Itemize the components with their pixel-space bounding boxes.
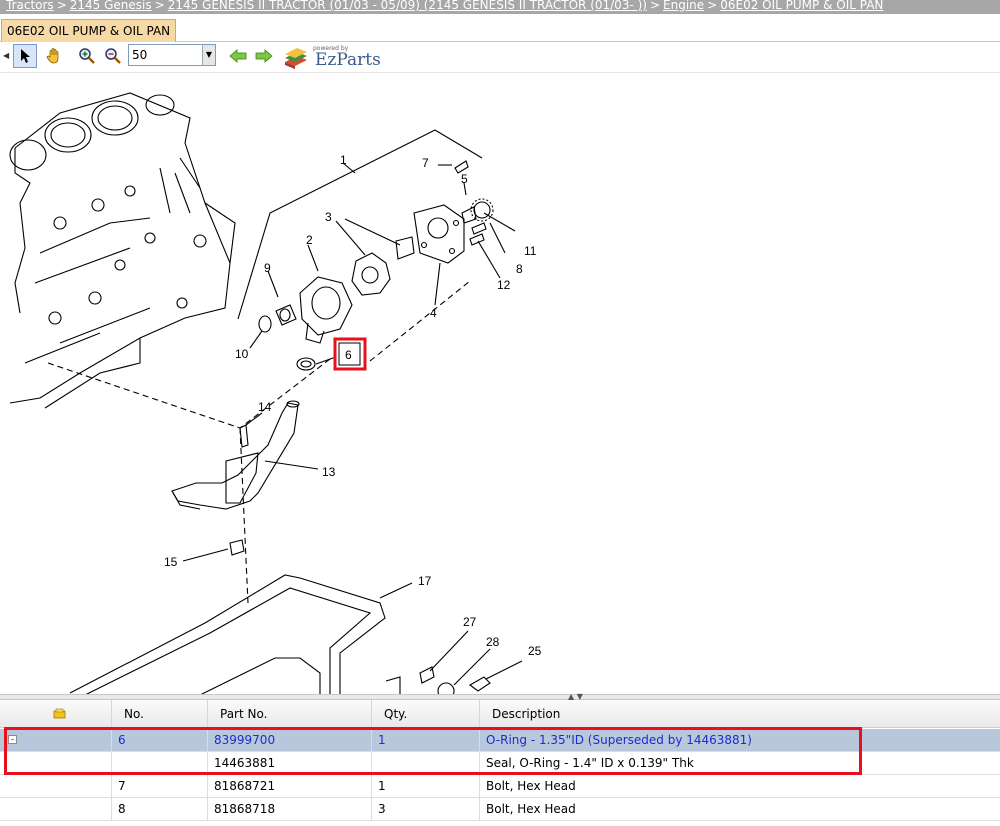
previous-button[interactable]	[226, 44, 250, 68]
arrow-back-icon	[229, 49, 247, 63]
cell-part-no[interactable]: 81868718	[208, 798, 372, 820]
table-row[interactable]: 8 81868718 3 Bolt, Hex Head	[0, 798, 1000, 821]
tab-oil-pump[interactable]: 06E02 OIL PUMP & OIL PAN	[1, 19, 177, 42]
pan-tool-button[interactable]	[42, 44, 66, 68]
parts-diagram[interactable]: 1 2 3 4 5 7 8 9 10 11 12 13 14 15 17 25 …	[0, 72, 1000, 694]
cell-description: Bolt, Hex Head	[486, 779, 576, 793]
callout-12[interactable]: 12	[497, 278, 511, 292]
callout-7[interactable]: 7	[422, 156, 429, 170]
zoom-in-icon	[79, 48, 95, 64]
header-no[interactable]: No.	[112, 700, 208, 728]
breadcrumb-separator: >	[154, 0, 165, 12]
breadcrumb-model[interactable]: 2145 GENESIS II TRACTOR (01/03 - 05/09) …	[168, 0, 647, 12]
callout-25[interactable]: 25	[528, 644, 542, 658]
callout-11[interactable]: 11	[524, 244, 537, 258]
header-description[interactable]: Description	[480, 700, 1000, 728]
breadcrumb-2145-genesis[interactable]: 2145 Genesis	[70, 0, 152, 12]
cell-description: Seal, O-Ring - 1.4" ID x 0.139" Thk	[486, 756, 694, 770]
header-cart	[0, 700, 112, 728]
cell-description: Bolt, Hex Head	[486, 802, 576, 816]
ezparts-logo: powered by EzParts	[283, 44, 381, 70]
cell-qty: 3	[372, 798, 480, 820]
table-row[interactable]: 14463881 Seal, O-Ring - 1.4" ID x 0.139"…	[0, 752, 1000, 775]
callout-1[interactable]: 1	[340, 153, 347, 167]
cell-qty	[372, 752, 480, 774]
callout-8[interactable]: 8	[516, 262, 523, 276]
cell-no: 8	[112, 798, 208, 820]
callout-6[interactable]: 6	[345, 348, 352, 362]
pointer-tool-button[interactable]	[13, 44, 37, 68]
callout-10[interactable]: 10	[235, 347, 249, 361]
cell-no: 7	[112, 775, 208, 797]
collapse-icon[interactable]: –	[8, 735, 17, 744]
cell-description: O-Ring - 1.35"ID (Superseded by 14463881…	[486, 733, 752, 747]
pan-hand-icon	[46, 48, 59, 64]
breadcrumb-separator: >	[707, 0, 718, 12]
zoom-select[interactable]: 50 ▼	[128, 44, 216, 66]
callout-15[interactable]: 15	[164, 555, 178, 569]
parts-table: No. Part No. Qty. Description – 6 839997…	[0, 700, 1000, 826]
callout-9[interactable]: 9	[264, 261, 271, 275]
breadcrumb-separator: >	[649, 0, 661, 12]
header-part-no[interactable]: Part No.	[208, 700, 372, 728]
row-expander-cell	[0, 752, 112, 774]
table-row[interactable]: 7 81868721 1 Bolt, Hex Head	[0, 775, 1000, 798]
logo-text: EzParts	[315, 50, 381, 70]
callout-14[interactable]: 14	[258, 400, 272, 414]
cell-no: 6	[112, 729, 208, 751]
zoom-out-icon	[105, 48, 121, 64]
arrow-forward-icon	[255, 49, 273, 63]
callout-2[interactable]: 2	[306, 233, 313, 247]
row-expander-cell: –	[0, 729, 112, 751]
header-qty[interactable]: Qty.	[372, 700, 480, 728]
cell-part-no[interactable]: 81868721	[208, 775, 372, 797]
callout-3[interactable]: 3	[325, 210, 332, 224]
breadcrumb-section[interactable]: 06E02 OIL PUMP & OIL PAN	[720, 0, 883, 12]
breadcrumb-tractors[interactable]: Tractors	[6, 0, 54, 12]
callout-4[interactable]: 4	[430, 306, 437, 320]
breadcrumb-engine[interactable]: Engine	[663, 0, 704, 12]
cell-qty: 1	[372, 729, 480, 751]
tab-bar: 06E02 OIL PUMP & OIL PAN	[0, 16, 1000, 42]
cell-part-no[interactable]: 83999700	[208, 729, 372, 751]
row-expander-cell	[0, 798, 112, 820]
table-row[interactable]: – 6 83999700 1 O-Ring - 1.35"ID (Superse…	[0, 729, 1000, 752]
zoom-in-button[interactable]	[75, 44, 99, 68]
next-button[interactable]	[252, 44, 276, 68]
table-header: No. Part No. Qty. Description	[0, 700, 1000, 728]
zoom-value: 50	[132, 48, 148, 62]
exploded-view-drawing: 1 2 3 4 5 7 8 9 10 11 12 13 14 15 17 25 …	[9, 92, 542, 694]
toolbar-scroll-left-icon[interactable]: ◀	[3, 51, 9, 60]
cell-no	[112, 752, 208, 774]
callout-5[interactable]: 5	[461, 172, 468, 186]
zoom-out-button[interactable]	[101, 44, 125, 68]
breadcrumb-separator: >	[56, 0, 67, 12]
pointer-icon	[21, 49, 30, 63]
cell-qty: 1	[372, 775, 480, 797]
callout-13[interactable]: 13	[322, 465, 336, 479]
callout-27[interactable]: 27	[463, 615, 477, 629]
cart-icon	[53, 708, 66, 719]
chevron-down-icon[interactable]: ▼	[202, 45, 215, 65]
cell-part-no[interactable]: 14463881	[208, 752, 372, 774]
row-expander-cell	[0, 775, 112, 797]
viewer-toolbar: ◀ 50 ▼ powered by EzParts	[0, 42, 1000, 72]
breadcrumb: Tractors >2145 Genesis >2145 GENESIS II TR…	[0, 0, 1000, 14]
callout-17[interactable]: 17	[418, 574, 432, 588]
books-icon	[285, 48, 307, 69]
logo-powered-by: powered by	[313, 45, 349, 52]
callout-28[interactable]: 28	[486, 635, 500, 649]
